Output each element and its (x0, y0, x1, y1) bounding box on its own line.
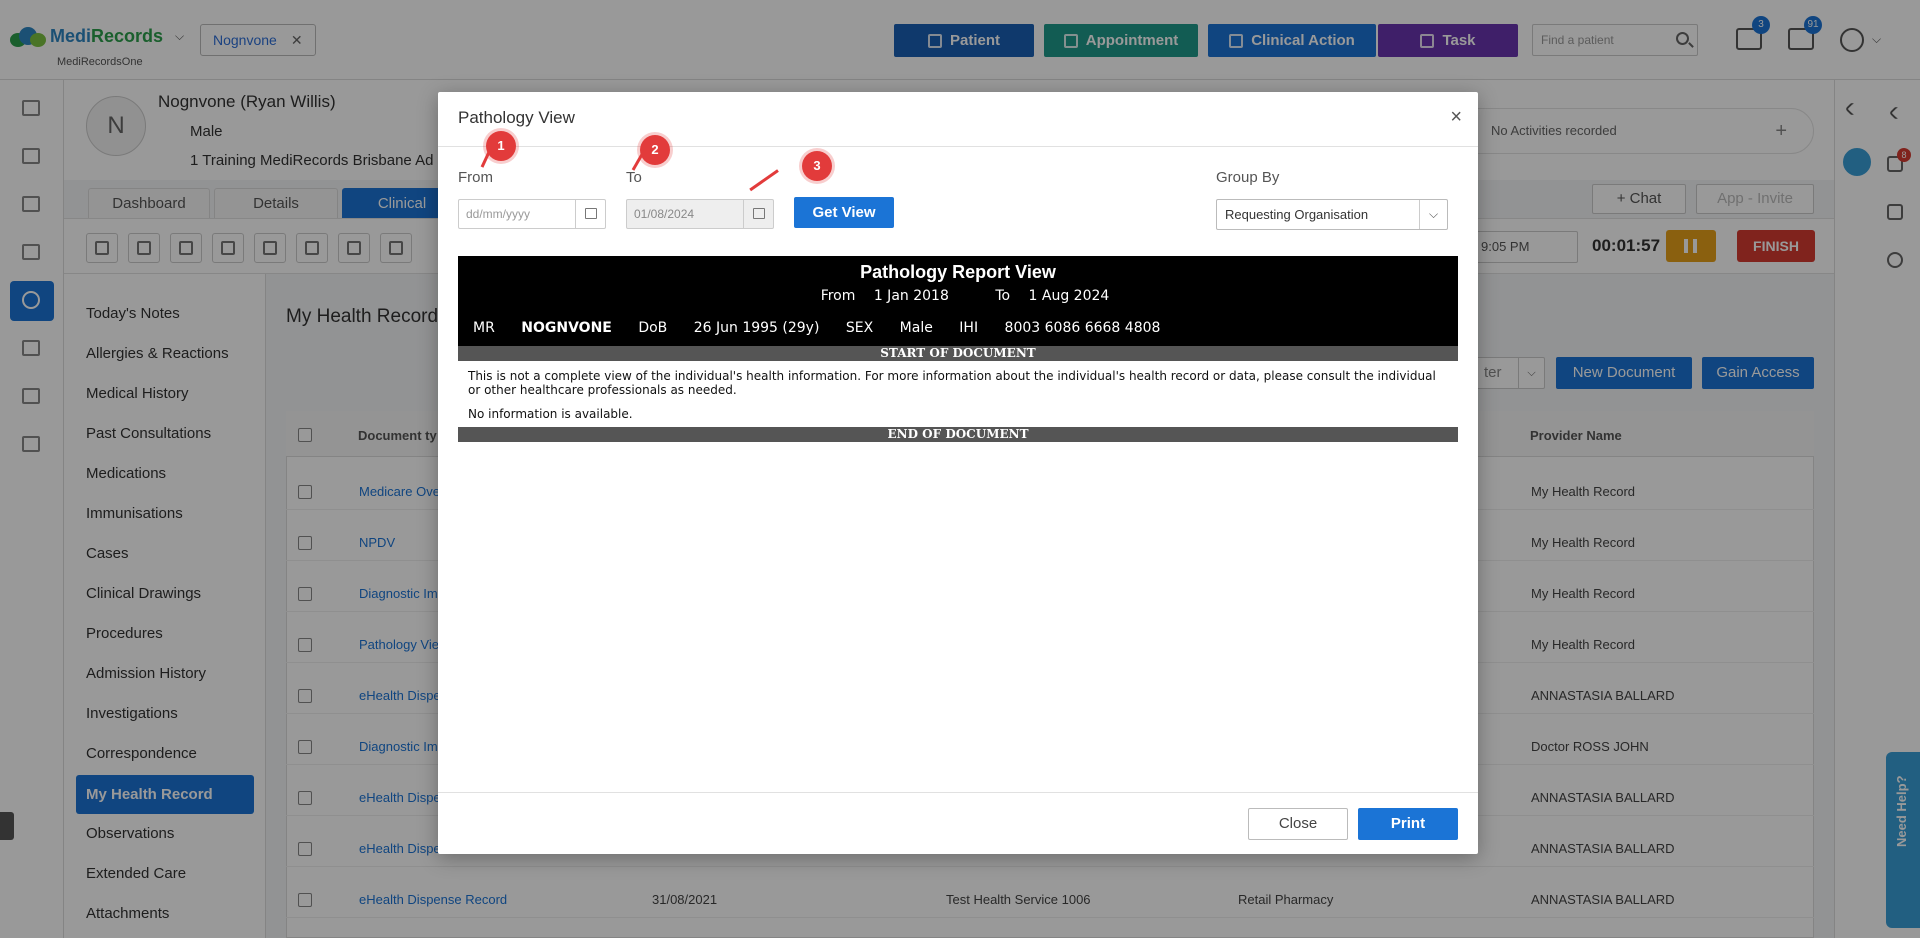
from-date-input[interactable]: dd/mm/yyyy (458, 199, 606, 229)
chevron-down-icon[interactable]: ⌵ (1419, 200, 1447, 229)
get-view-button[interactable]: Get View (794, 197, 894, 228)
pathology-view-dialog: Pathology View × From dd/mm/yyyy To 01/0… (438, 92, 1478, 854)
print-button[interactable]: Print (1358, 808, 1458, 840)
report-patient-line: MR NOGNVONE DoB 26 Jun 1995 (29y) SEX Ma… (473, 320, 1161, 336)
group-by-select[interactable]: Requesting Organisation ⌵ (1216, 199, 1448, 230)
dialog-title: Pathology View (458, 108, 575, 127)
group-by-label: Group By (1216, 169, 1280, 186)
calendar-icon[interactable] (743, 200, 773, 228)
step-marker-3: 3 (802, 151, 832, 181)
divider (438, 146, 1478, 147)
step-marker-1: 1 (486, 131, 516, 161)
report-date-range: From 1 Jan 2018 To 1 Aug 2024 (820, 288, 1110, 304)
step-marker-2: 2 (640, 135, 670, 165)
report-body: This is not a complete view of the indiv… (458, 361, 1458, 427)
marker-pointer (749, 169, 779, 192)
to-label: To (626, 169, 642, 186)
report-title: Pathology Report View (860, 262, 1056, 282)
to-date-input[interactable]: 01/08/2024 (626, 199, 774, 229)
divider (438, 792, 1478, 793)
close-button[interactable]: Close (1248, 808, 1348, 840)
calendar-icon[interactable] (575, 200, 605, 228)
report-header: Pathology Report View From 1 Jan 2018 To… (458, 256, 1458, 346)
close-icon[interactable]: × (1450, 106, 1462, 129)
start-of-document: START OF DOCUMENT (458, 346, 1458, 361)
no-info-text: No information is available. (468, 407, 633, 421)
disclaimer-text: This is not a complete view of the indiv… (468, 369, 1436, 397)
end-of-document: END OF DOCUMENT (458, 427, 1458, 442)
from-label: From (458, 169, 493, 186)
pathology-report: Pathology Report View From 1 Jan 2018 To… (458, 256, 1458, 442)
